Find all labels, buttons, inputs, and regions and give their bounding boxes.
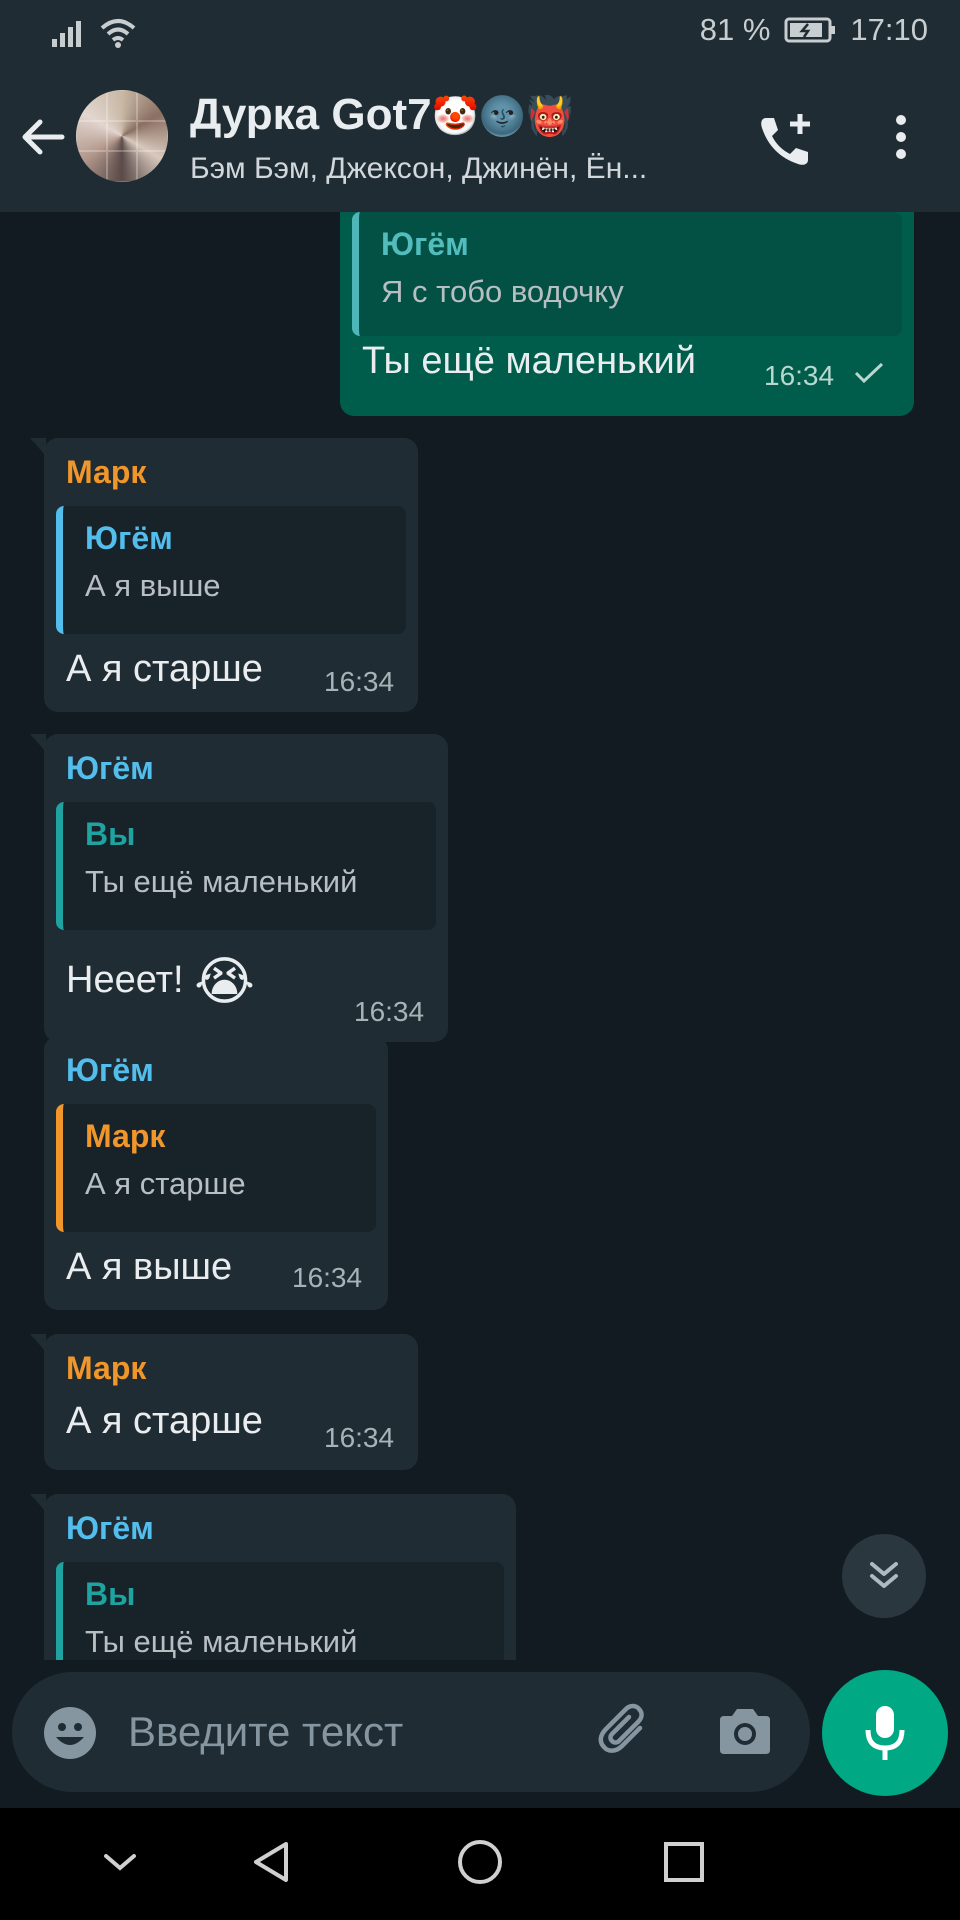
message-bubble-out[interactable]: Югём Я с тобо водочку Ты ещё маленький 1… xyxy=(340,212,914,416)
message-sender: Югём xyxy=(66,1510,154,1546)
reply-quote[interactable]: Марк А я старше xyxy=(56,1104,376,1232)
nav-back-icon[interactable] xyxy=(248,1838,296,1886)
message-time: 16:34 xyxy=(324,666,395,697)
add-call-icon[interactable] xyxy=(756,110,820,170)
clock: 17:10 xyxy=(850,12,928,47)
back-arrow-icon[interactable] xyxy=(18,112,68,162)
reply-quote[interactable]: Югём Я с тобо водочку xyxy=(352,212,902,336)
bubble-tail xyxy=(30,438,46,456)
quote-text: А я старше xyxy=(85,1166,246,1201)
wifi-icon xyxy=(100,19,136,48)
message-text: А я старше xyxy=(66,648,263,690)
message-text: А я старше xyxy=(66,1400,263,1442)
quote-sender: Вы xyxy=(85,1576,136,1612)
more-vert-icon[interactable] xyxy=(880,112,922,162)
mic-icon xyxy=(865,1706,905,1760)
bubble-tail xyxy=(30,1494,46,1512)
message-time: 16:34 xyxy=(324,1422,395,1453)
chat-header: Дурка Got7🤡🌚👹 Бэм Бэм, Джексон, Джинён, … xyxy=(0,64,960,212)
nav-home-icon[interactable] xyxy=(456,1838,504,1886)
quote-text: Ты ещё маленький xyxy=(85,864,358,899)
message-composer xyxy=(12,1672,810,1792)
message-bubble-in[interactable]: Югём Вы Ты ещё маленький xyxy=(30,1494,516,1660)
emoji-icon[interactable] xyxy=(42,1705,98,1761)
group-title-emoji: 🤡🌚👹 xyxy=(431,96,574,138)
message-bubble-in[interactable]: Югём Вы Ты ещё маленький Нееет! 😭 16:34 xyxy=(30,734,448,1042)
group-title[interactable]: Дурка Got7🤡🌚👹 xyxy=(190,90,574,140)
nav-recents-icon[interactable] xyxy=(660,1838,708,1886)
reply-quote[interactable]: Вы Ты ещё маленький xyxy=(56,1562,504,1660)
mic-button[interactable] xyxy=(822,1670,948,1796)
reply-quote[interactable]: Югём А я выше xyxy=(56,506,406,634)
battery-icon xyxy=(784,17,836,43)
quote-sender: Вы xyxy=(85,816,136,852)
quote-sender: Югём xyxy=(85,520,173,556)
quote-text: Ты ещё маленький xyxy=(85,1624,358,1659)
bubble-tail xyxy=(30,1334,46,1352)
signal-icon xyxy=(52,21,81,47)
crying-emoji: 😭 xyxy=(194,953,255,1011)
camera-icon[interactable] xyxy=(716,1706,774,1758)
message-sender: Марк xyxy=(66,454,147,490)
chat-messages[interactable]: Югём Я с тобо водочку Ты ещё маленький 1… xyxy=(0,212,960,1660)
group-avatar[interactable] xyxy=(76,90,168,182)
message-time: 16:34 xyxy=(354,996,425,1027)
group-title-text: Дурка Got7 xyxy=(190,90,432,139)
message-sender: Югём xyxy=(66,750,154,786)
message-sender: Югём xyxy=(66,1052,154,1088)
attach-icon[interactable] xyxy=(596,1702,656,1762)
double-chevron-down-icon xyxy=(870,1562,898,1588)
message-text: Ты ещё маленький xyxy=(362,340,696,382)
nav-hide-icon[interactable] xyxy=(96,1838,144,1886)
message-bubble-in[interactable]: Марк Югём А я выше А я старше 16:34 xyxy=(30,438,418,712)
scroll-to-bottom-button[interactable] xyxy=(842,1534,926,1618)
message-text: А я выше xyxy=(66,1246,233,1288)
message-input[interactable] xyxy=(128,1702,468,1762)
battery-percent: 81 % xyxy=(699,12,771,47)
message-text-content: Нееет! xyxy=(66,959,184,1002)
quote-sender: Югём xyxy=(381,226,469,262)
system-navigation-bar xyxy=(0,1808,960,1920)
message-time: 16:34 xyxy=(292,1262,363,1293)
message-time: 16:34 xyxy=(764,360,835,391)
message-bubble-in[interactable]: Марк А я старше 16:34 xyxy=(30,1334,418,1470)
message-sender: Марк xyxy=(66,1350,147,1386)
quote-sender: Марк xyxy=(85,1118,166,1154)
bubble-tail xyxy=(30,734,46,752)
status-bar: 81 % 17:10 xyxy=(0,0,960,64)
reply-quote[interactable]: Вы Ты ещё маленький xyxy=(56,802,436,930)
quote-text: А я выше xyxy=(85,568,221,603)
message-bubble-in[interactable]: Югём Марк А я старше А я выше 16:34 xyxy=(44,1036,388,1310)
group-members[interactable]: Бэм Бэм, Джексон, Джинён, Ён... xyxy=(190,152,730,186)
sent-check-icon xyxy=(854,362,884,384)
message-text: Нееет! 😭 xyxy=(66,952,255,1012)
quote-text: Я с тобо водочку xyxy=(381,274,624,309)
